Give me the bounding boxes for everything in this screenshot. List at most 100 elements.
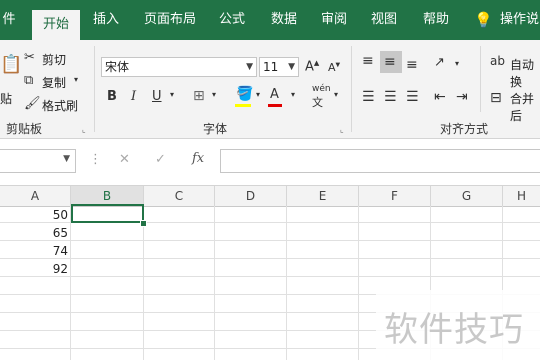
wrap-text-button[interactable]: 自动换 [510, 56, 540, 90]
paste-icon[interactable]: 📋 [0, 54, 22, 75]
fill-handle[interactable] [140, 220, 147, 227]
grow-font-icon: A [305, 59, 314, 75]
font-size-value: 11 [263, 60, 279, 74]
font-color-icon[interactable]: A [270, 87, 279, 102]
column-header-c[interactable]: C [144, 186, 215, 206]
gridline [358, 206, 359, 360]
tell-me-search[interactable]: 操作说 [500, 0, 540, 40]
group-divider [94, 46, 95, 132]
fill-color-dropdown-icon[interactable]: ▾ [256, 90, 260, 99]
font-launcher-icon[interactable]: ⌞ [340, 125, 344, 134]
phonetic-guide-button[interactable]: wén 文 [312, 84, 331, 110]
watermark-text: 软件技巧 [384, 310, 524, 350]
shrink-font-button[interactable]: A▼ [328, 61, 340, 74]
fill-color-icon[interactable]: 🪣 [236, 86, 253, 102]
bold-button[interactable]: B [107, 89, 117, 104]
underline-dropdown-icon[interactable]: ▾ [170, 90, 174, 99]
underline-button[interactable]: U [152, 89, 162, 104]
gridline [70, 206, 71, 360]
decrease-indent-icon[interactable]: ⇤ [434, 89, 446, 105]
shrink-font-icon: A [328, 61, 336, 74]
copy-dropdown-icon[interactable]: ▾ [74, 75, 78, 84]
tab-insert[interactable]: 插入 [88, 0, 124, 40]
cut-button[interactable]: 剪切 [42, 51, 66, 68]
column-header-f[interactable]: F [359, 186, 431, 206]
formula-input[interactable] [220, 149, 540, 173]
align-middle-icon[interactable]: ≡ [384, 54, 396, 70]
formula-bar: ▼ ⋮ ✕ ✓ fx [0, 139, 540, 186]
chevron-down-icon[interactable]: ▼ [63, 154, 70, 164]
clipboard-launcher-icon[interactable]: ⌞ [82, 125, 86, 134]
active-cell-b1[interactable] [71, 204, 144, 223]
column-header-d[interactable]: D [215, 186, 287, 206]
align-left-icon[interactable]: ☰ [362, 89, 375, 105]
orientation-icon[interactable]: ↗ [434, 55, 445, 70]
column-header-g[interactable]: G [431, 186, 503, 206]
clipboard-group-label: 剪贴板 [6, 122, 43, 136]
grow-font-button[interactable]: A▲ [305, 59, 319, 74]
insert-function-button[interactable]: fx [192, 151, 204, 166]
tab-review[interactable]: 审阅 [316, 0, 352, 40]
alignment-group-label: 对齐方式 [440, 122, 489, 136]
phonetic-label: wén [312, 84, 331, 94]
copy-button[interactable]: 复制 [42, 74, 66, 91]
column-header-a[interactable]: A [0, 186, 71, 206]
align-bottom-icon[interactable]: ≡ [406, 57, 418, 73]
align-center-icon[interactable]: ☰ [384, 89, 397, 105]
font-color-swatch [268, 104, 282, 107]
lightbulb-icon[interactable]: 💡 [474, 0, 493, 40]
tab-view[interactable]: 视图 [366, 0, 402, 40]
paste-button[interactable]: 贴 [0, 90, 12, 107]
merge-center-button[interactable]: 合并后 [510, 90, 540, 124]
gridline [0, 276, 540, 277]
format-painter-icon[interactable]: 🖌 [24, 96, 41, 111]
ribbon-home: 📋 贴 ✂ 剪切 ⧉ 复制 ▾ 🖌 格式刷 剪贴板 ⌞ 宋体 ▼ 11 ▼ A▲… [0, 40, 540, 139]
tab-home[interactable]: 开始 [32, 10, 80, 40]
cell-a4[interactable]: 92 [0, 260, 68, 278]
tab-help[interactable]: 帮助 [418, 0, 454, 40]
enter-icon[interactable]: ✓ [155, 152, 166, 167]
column-header-b[interactable]: B [71, 186, 144, 206]
group-divider [480, 46, 481, 112]
scissors-icon[interactable]: ✂ [24, 50, 35, 65]
wrap-text-icon[interactable]: ab [490, 54, 505, 68]
group-divider [351, 46, 352, 132]
align-right-icon[interactable]: ☰ [406, 89, 419, 105]
formula-bar-divider[interactable]: ⋮ [89, 152, 102, 167]
column-header-e[interactable]: E [287, 186, 359, 206]
tab-data[interactable]: 数据 [266, 0, 302, 40]
fill-color-swatch [235, 104, 251, 107]
merge-center-icon[interactable]: ⊟ [490, 90, 502, 106]
cell-a2[interactable]: 65 [0, 224, 68, 242]
format-painter-button[interactable]: 格式刷 [42, 97, 78, 114]
font-name-value: 宋体 [105, 60, 130, 74]
cell-a1[interactable]: 50 [0, 206, 68, 224]
gridline [214, 206, 215, 360]
cancel-icon[interactable]: ✕ [119, 152, 130, 167]
align-top-icon[interactable]: ≡ [362, 53, 374, 69]
font-color-dropdown-icon[interactable]: ▾ [291, 90, 295, 99]
italic-button[interactable]: I [131, 89, 136, 104]
borders-dropdown-icon[interactable]: ▾ [212, 90, 216, 99]
copy-icon[interactable]: ⧉ [24, 73, 33, 88]
font-size-select[interactable]: 11 ▼ [259, 57, 299, 77]
cell-a3[interactable]: 74 [0, 242, 68, 260]
increase-indent-icon[interactable]: ⇥ [456, 89, 468, 105]
font-group-label: 字体 [203, 122, 228, 136]
gridline [0, 258, 540, 259]
column-header-h[interactable]: H [503, 186, 540, 206]
gridline [286, 206, 287, 360]
borders-icon[interactable]: ⊞ [193, 88, 205, 104]
gridline [143, 206, 144, 360]
name-box[interactable]: ▼ [0, 149, 76, 173]
tab-file[interactable]: 件 [0, 0, 18, 40]
font-name-select[interactable]: 宋体 ▼ [101, 57, 257, 77]
gridline [0, 240, 540, 241]
chevron-down-icon: ▼ [288, 62, 295, 72]
phonetic-dropdown-icon[interactable]: ▾ [334, 90, 338, 99]
tab-formulas[interactable]: 公式 [214, 0, 250, 40]
orientation-dropdown-icon[interactable]: ▾ [455, 59, 459, 68]
ribbon-tab-bar: 件 开始 插入 页面布局 公式 数据 审阅 视图 帮助 💡 操作说 [0, 0, 540, 40]
tab-page-layout[interactable]: 页面布局 [140, 0, 200, 40]
chevron-down-icon: ▼ [246, 62, 253, 72]
